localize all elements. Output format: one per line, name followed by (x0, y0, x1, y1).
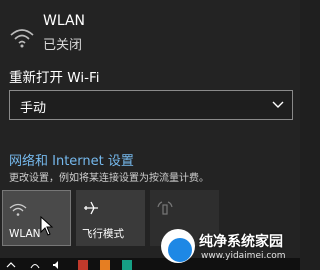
dropdown-selected-value: 手动 (20, 101, 47, 116)
wlan-tile-label: WLAN (9, 228, 41, 240)
wlan-name: WLAN (43, 13, 86, 29)
watermark-logo (161, 229, 195, 263)
wlan-status: 已关闭 (43, 38, 83, 53)
chevron-down-icon (272, 101, 284, 108)
reopen-wifi-dropdown[interactable]: 手动 (9, 90, 293, 120)
network-settings-description: 更改设置，例如将某连接设置为按流量计费。 (9, 173, 209, 184)
wifi-icon (9, 203, 27, 216)
network-flyout: WLAN 已关闭 重新打开 Wi-Fi 手动 网络和 Internet 设置 更… (0, 0, 300, 270)
mouse-cursor-icon (40, 216, 54, 236)
wlan-toggle-tile[interactable]: WLAN (2, 190, 71, 246)
watermark-url: www.yidaimei.com (201, 251, 286, 261)
mobile-hotspot-icon (157, 201, 173, 215)
volume-icon[interactable] (52, 260, 62, 270)
airplane-tile-label: 飞行模式 (82, 228, 124, 240)
wlan-status-row[interactable]: WLAN 已关闭 (0, 0, 300, 62)
app-tray-icon[interactable] (100, 260, 110, 270)
airplane-icon (84, 201, 98, 215)
site-watermark: 纯净系统家园 www.yidaimei.com (159, 225, 300, 270)
app-tray-icon[interactable] (78, 260, 88, 270)
chevron-up-icon[interactable] (6, 260, 16, 270)
wifi-off-icon (10, 29, 34, 48)
network-tray-icon[interactable] (30, 260, 40, 270)
network-settings-link[interactable]: 网络和 Internet 设置 (9, 150, 134, 169)
app-tray-icon[interactable] (122, 260, 132, 270)
reopen-wifi-label: 重新打开 Wi-Fi (9, 70, 100, 86)
airplane-mode-tile[interactable]: 飞行模式 (76, 190, 145, 246)
watermark-title: 纯净系统家园 (199, 234, 283, 250)
watermark-logo-inner (168, 238, 192, 262)
